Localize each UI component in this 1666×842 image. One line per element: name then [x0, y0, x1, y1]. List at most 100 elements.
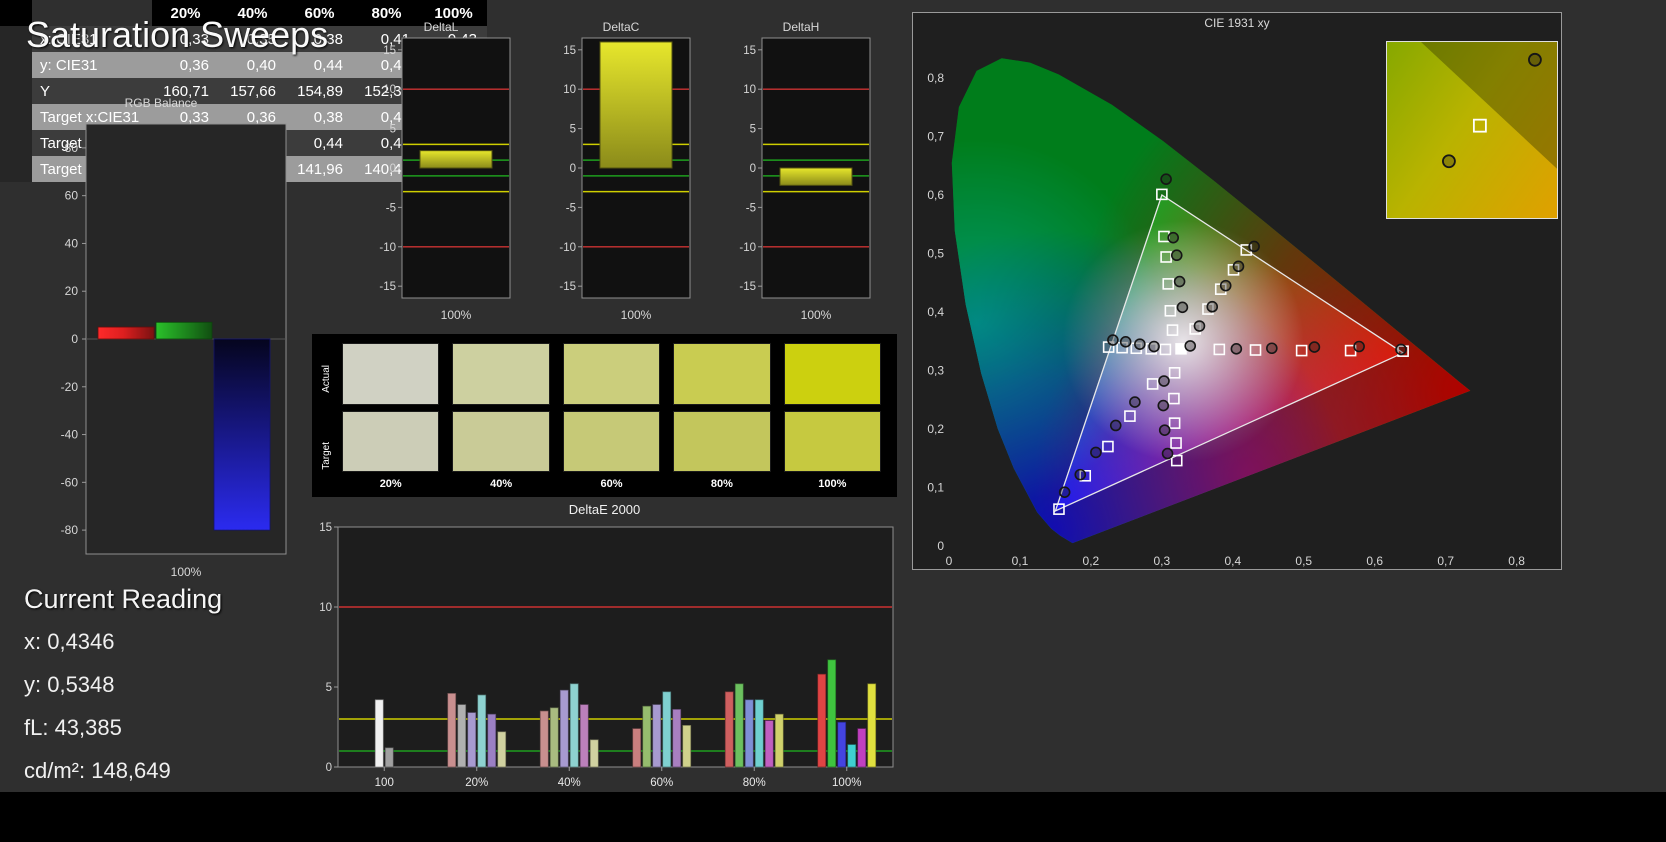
delta-e-bar — [837, 721, 847, 768]
measurement-circle — [1528, 52, 1542, 67]
swatch-percent-labels: 20% 40% 60% 80% 100% — [336, 475, 887, 495]
delta-e-bar — [477, 694, 487, 768]
x-axis-label: 100% — [171, 565, 202, 579]
tick-label: 15 — [743, 45, 756, 57]
tick-label: 40 — [65, 236, 79, 250]
table-row-corner — [0, 156, 32, 182]
tick-label: 0,7 — [1437, 554, 1454, 568]
delta-e-bar — [754, 699, 764, 768]
measurement-circle — [1157, 399, 1170, 412]
table-row-corner — [0, 78, 32, 104]
tick-label: 0,5 — [1295, 554, 1312, 568]
delta-e-bar — [857, 728, 867, 768]
tick-label: 20 — [65, 284, 79, 298]
delta-e-bar — [559, 689, 569, 768]
measurement-circle — [1090, 446, 1102, 459]
measurement-circle — [1167, 231, 1180, 244]
x-axis-label: 100% — [832, 777, 861, 789]
delta-e-bar — [682, 725, 692, 768]
actual-row-label: Actual — [320, 364, 332, 393]
tick-label: 15 — [563, 45, 576, 57]
measurement-circle — [1193, 320, 1206, 332]
delta-e-bar — [539, 710, 549, 768]
tick-label: 0 — [326, 762, 332, 774]
tick-label: 0,5 — [927, 246, 944, 260]
delta-e-bar — [867, 683, 877, 768]
delta-e-bar — [497, 731, 507, 768]
measurement-circle — [1170, 249, 1183, 262]
delta-e-bar — [652, 704, 662, 768]
delta-e-bar — [817, 673, 827, 768]
rgb-balance-plot: 80 60 40 20 0 -20 -40 -60 -80 100% — [61, 123, 287, 579]
swatch-comparison-panel: Actual Target 20% 40% 60% 80% 100% — [312, 334, 897, 497]
delta-e-bar — [487, 713, 497, 768]
actual-swatch-80% — [673, 343, 771, 405]
delta-c-chart: DeltaC 15 10 5 0 -5 -10 -15 100% — [546, 20, 696, 333]
tick-label: 0,1 — [927, 480, 944, 494]
delta-e-bar — [467, 712, 477, 768]
measurement-circle — [1308, 341, 1321, 353]
rgb-balance-chart: RGB Balance 80 60 40 20 0 -20 -40 -60 -80 100% — [30, 96, 292, 589]
target-swatch-20% — [342, 410, 440, 472]
cie-diagram-panel: CIE 1931 xy 0 0,1 0,2 0,3 0,4 0,5 0,6 0,7 0,8 0 0,… — [912, 12, 1562, 570]
delta-bar — [419, 150, 493, 169]
tick-label: -40 — [61, 428, 79, 442]
tick-label: -10 — [739, 242, 756, 254]
swatch-col-label: 60% — [600, 478, 623, 490]
tick-label: 60 — [65, 189, 79, 203]
measurement-circle — [1119, 336, 1132, 348]
measurement-circle — [1058, 486, 1071, 498]
measurement-circle — [1395, 343, 1407, 356]
measurement-circle — [1129, 396, 1141, 408]
tick-label: 0,8 — [927, 71, 944, 85]
target-row-label: Target — [320, 442, 332, 471]
delta-c-plot: 15 10 5 0 -5 -10 -15 100% — [559, 37, 691, 322]
delta-e-bar — [632, 728, 642, 768]
measurement-circle — [1266, 342, 1278, 355]
actual-swatch-100% — [783, 343, 882, 405]
measurement-circle — [1107, 334, 1119, 346]
actual-swatch-60% — [562, 343, 661, 405]
x-axis-label: 100% — [801, 308, 832, 322]
actual-swatch-row — [336, 340, 887, 408]
cie-inset-points — [1442, 52, 1542, 169]
measurement-circle — [1074, 468, 1087, 481]
tick-label: 0 — [390, 163, 396, 175]
tick-label: 0 — [937, 539, 944, 553]
tick-label: 0,4 — [927, 305, 944, 319]
table-cell: 141,96 — [286, 156, 353, 182]
x-axis-label: 100% — [621, 308, 652, 322]
tick-label: 0,7 — [927, 129, 944, 143]
tick-label: 5 — [326, 682, 332, 694]
tick-label: 0 — [946, 554, 953, 568]
x-axis-label: 60% — [650, 777, 673, 789]
tick-label: 80 — [65, 141, 79, 155]
measurement-circle — [1161, 447, 1174, 460]
x-axis-label: 100 — [375, 777, 394, 789]
rgb-balance-title: RGB Balance — [124, 96, 198, 110]
measurement-circle — [1148, 340, 1160, 353]
delta-e-bar — [847, 744, 857, 768]
tick-label: 10 — [383, 84, 396, 96]
x-axis-label: 20% — [465, 777, 488, 789]
tick-label: -20 — [61, 380, 79, 394]
delta-e-bar — [384, 747, 394, 768]
green-bar — [155, 321, 213, 340]
table-row-corner — [0, 104, 32, 130]
tick-label: 0,6 — [1366, 554, 1383, 568]
tick-label: -5 — [746, 202, 756, 214]
blue-bar — [213, 338, 271, 531]
delta-h-chart: DeltaH 15 10 5 0 -5 -10 -15 100% — [726, 20, 876, 333]
measurement-circle — [1173, 275, 1186, 288]
delta-e-bar — [589, 739, 599, 768]
tick-label: -10 — [379, 242, 396, 254]
delta-e-bar — [579, 704, 589, 768]
delta-e-bar — [724, 691, 734, 768]
tick-label: 0,4 — [1224, 554, 1241, 568]
delta-e-bar — [774, 713, 784, 768]
delta-e-bar — [642, 705, 652, 768]
table-row-corner — [0, 130, 32, 156]
delta-bar — [779, 167, 853, 186]
page-title: Saturation Sweeps — [26, 14, 329, 55]
red-bar — [97, 326, 155, 340]
